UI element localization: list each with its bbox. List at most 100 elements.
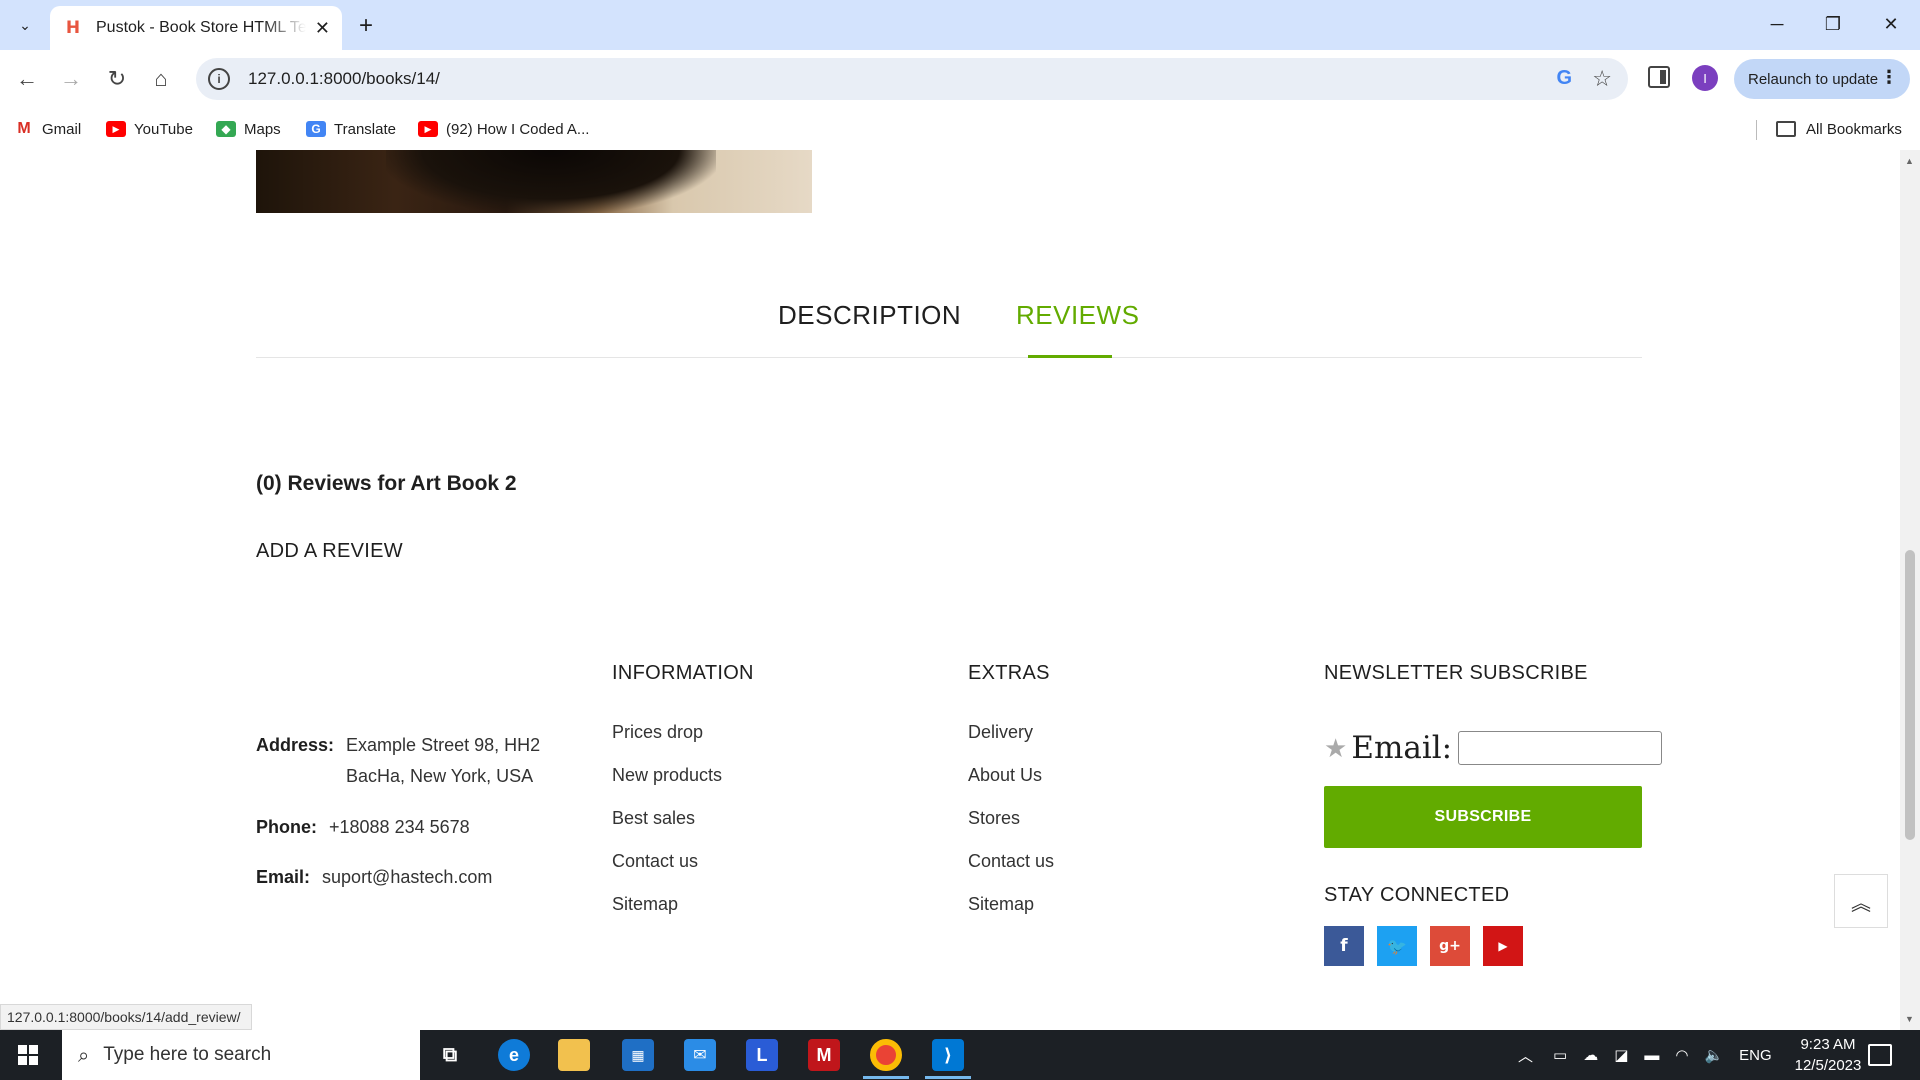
bookmark-star-icon[interactable]: ☆: [1592, 66, 1612, 92]
chrome-icon[interactable]: [870, 1039, 902, 1071]
youtube-icon: ▶: [418, 121, 438, 137]
bookmark-maps[interactable]: ◆ Maps: [216, 116, 281, 142]
side-panel-icon[interactable]: [1648, 66, 1670, 88]
new-tab-plus-icon[interactable]: +: [352, 12, 380, 40]
extras-title: EXTRAS: [968, 662, 1050, 684]
relaunch-button[interactable]: Relaunch to update ⋮: [1734, 59, 1910, 99]
product-tabs: DESCRIPTION REVIEWS: [256, 300, 1642, 358]
email-label: Email:: [256, 867, 311, 887]
mail-icon[interactable]: ✉: [684, 1039, 716, 1071]
wifi-icon[interactable]: ◠: [1675, 1046, 1688, 1064]
forward-arrow-icon[interactable]: →: [56, 64, 86, 94]
meet-now-icon[interactable]: ▭: [1553, 1046, 1567, 1064]
required-star-icon: ★: [1324, 732, 1348, 763]
task-view-icon[interactable]: ⧉: [434, 1039, 466, 1071]
launcher-l-icon[interactable]: L: [746, 1039, 778, 1071]
security-icon[interactable]: ◪: [1614, 1046, 1628, 1064]
battery-icon[interactable]: ▬: [1644, 1047, 1659, 1064]
contact-email: Email: suport@hastech.com: [256, 862, 492, 893]
footer-link[interactable]: Best sales: [612, 808, 722, 851]
search-icon: ⌕: [78, 1043, 90, 1067]
information-title: INFORMATION: [612, 662, 754, 684]
page-scrollbar[interactable]: ▲ ▼: [1900, 150, 1920, 1030]
bookmark-label: (92) How I Coded A...: [446, 120, 590, 138]
footer-link[interactable]: Contact us: [968, 851, 1054, 894]
phone-value: +18088 234 5678: [329, 817, 470, 837]
footer-link[interactable]: Sitemap: [612, 894, 722, 937]
home-icon[interactable]: ⌂: [146, 64, 176, 94]
newsletter-title: NEWSLETTER SUBSCRIBE: [1324, 662, 1588, 684]
footer-link[interactable]: Prices drop: [612, 722, 722, 765]
address-bar[interactable]: i 127.0.0.1:8000/books/14/ G ☆: [196, 58, 1628, 100]
vscode-icon[interactable]: ⟩: [932, 1039, 964, 1071]
close-window-icon[interactable]: ✕: [1864, 8, 1918, 40]
microsoft-store-icon[interactable]: ▦: [622, 1039, 654, 1071]
information-links: Prices drop New products Best sales Cont…: [612, 722, 722, 937]
tab-reviews[interactable]: REVIEWS: [1016, 300, 1139, 331]
contact-address: Address: Example Street 98, HH2 BacHa, N…: [256, 730, 540, 792]
notifications-icon[interactable]: [1868, 1044, 1892, 1066]
address-url[interactable]: 127.0.0.1:8000/books/14/: [248, 69, 440, 89]
address-label: Address:: [256, 735, 335, 755]
reload-icon[interactable]: ↻: [102, 64, 132, 94]
google-lens-icon[interactable]: G: [1556, 67, 1572, 90]
site-info-icon[interactable]: i: [208, 68, 230, 90]
all-bookmarks-button[interactable]: All Bookmarks: [1776, 116, 1902, 142]
reviews-heading: (0) Reviews for Art Book 2: [256, 472, 517, 495]
chrome-active-indicator: [863, 1076, 909, 1079]
address-line-1: Example Street 98, HH2: [346, 735, 541, 755]
tab-description[interactable]: DESCRIPTION: [778, 300, 961, 331]
tab-title: Pustok - Book Store HTML Template: [96, 19, 306, 36]
footer-link[interactable]: Sitemap: [968, 894, 1054, 937]
scroll-thumb[interactable]: [1905, 550, 1915, 840]
add-review-link[interactable]: ADD A REVIEW: [256, 540, 403, 563]
taskbar-search-box[interactable]: ⌕ Type here to search: [62, 1030, 420, 1080]
minimize-icon[interactable]: ─: [1750, 8, 1804, 40]
back-arrow-icon[interactable]: ←: [12, 64, 42, 94]
vscode-active-indicator: [925, 1076, 971, 1079]
browser-tab-strip: ⌄ H Pustok - Book Store HTML Template ✕ …: [0, 0, 1920, 50]
footer-link[interactable]: Stores: [968, 808, 1054, 851]
scroll-down-arrow-icon[interactable]: ▼: [1905, 1014, 1914, 1024]
google-plus-icon[interactable]: g+: [1430, 926, 1470, 966]
footer-link[interactable]: About Us: [968, 765, 1054, 808]
extras-links: Delivery About Us Stores Contact us Site…: [968, 722, 1054, 937]
back-to-top-button[interactable]: ︽: [1834, 874, 1888, 928]
phone-label: Phone:: [256, 817, 317, 837]
twitter-icon[interactable]: 🐦: [1377, 926, 1417, 966]
scroll-up-arrow-icon[interactable]: ▲: [1905, 156, 1914, 166]
youtube-icon[interactable]: ▶: [1483, 926, 1523, 966]
taskbar-search-placeholder: Type here to search: [103, 1044, 272, 1065]
profile-avatar[interactable]: I: [1692, 65, 1718, 91]
footer-link[interactable]: Contact us: [612, 851, 722, 894]
browser-tab[interactable]: H Pustok - Book Store HTML Template ✕: [50, 6, 342, 50]
page-viewport: DESCRIPTION REVIEWS (0) Reviews for Art …: [0, 150, 1900, 1030]
mcafee-shield-icon[interactable]: M: [808, 1039, 840, 1071]
tab-close-icon[interactable]: ✕: [315, 18, 330, 39]
address-value: Example Street 98, HH2 BacHa, New York, …: [346, 730, 540, 792]
bookmark-video[interactable]: ▶ (92) How I Coded A...: [418, 116, 589, 142]
bookmark-youtube[interactable]: ▶ YouTube: [106, 116, 193, 142]
bookmark-translate[interactable]: G Translate: [306, 116, 396, 142]
file-explorer-icon[interactable]: [558, 1039, 590, 1071]
volume-icon[interactable]: 🔈: [1704, 1046, 1723, 1064]
menu-dots-icon[interactable]: ⋮: [1880, 67, 1898, 88]
subscribe-button[interactable]: SUBSCRIBE: [1324, 786, 1642, 848]
footer-link[interactable]: Delivery: [968, 722, 1054, 765]
relaunch-label: Relaunch to update: [1748, 70, 1879, 88]
facebook-icon[interactable]: f: [1324, 926, 1364, 966]
tab-search-chevron-icon[interactable]: ⌄: [10, 11, 40, 39]
onedrive-cloud-icon[interactable]: ☁: [1583, 1046, 1598, 1064]
newsletter-email-input[interactable]: [1458, 731, 1663, 765]
bookmark-gmail[interactable]: M Gmail: [14, 116, 81, 142]
windows-start-icon[interactable]: [18, 1045, 38, 1065]
active-tab-underline: [1028, 355, 1112, 358]
tray-chevron-up-icon[interactable]: ︿: [1518, 1045, 1533, 1066]
footer-link[interactable]: New products: [612, 765, 722, 808]
newsletter-email-row: ★ Email:: [1324, 730, 1663, 766]
system-tray: ︿ ▭ ☁ ◪ ▬ ◠ 🔈 ENG: [1518, 1030, 1772, 1080]
restore-icon[interactable]: ❐: [1806, 8, 1860, 40]
input-language[interactable]: ENG: [1739, 1047, 1772, 1064]
gmail-icon: M: [17, 120, 31, 137]
edge-browser-icon[interactable]: e: [498, 1039, 530, 1071]
